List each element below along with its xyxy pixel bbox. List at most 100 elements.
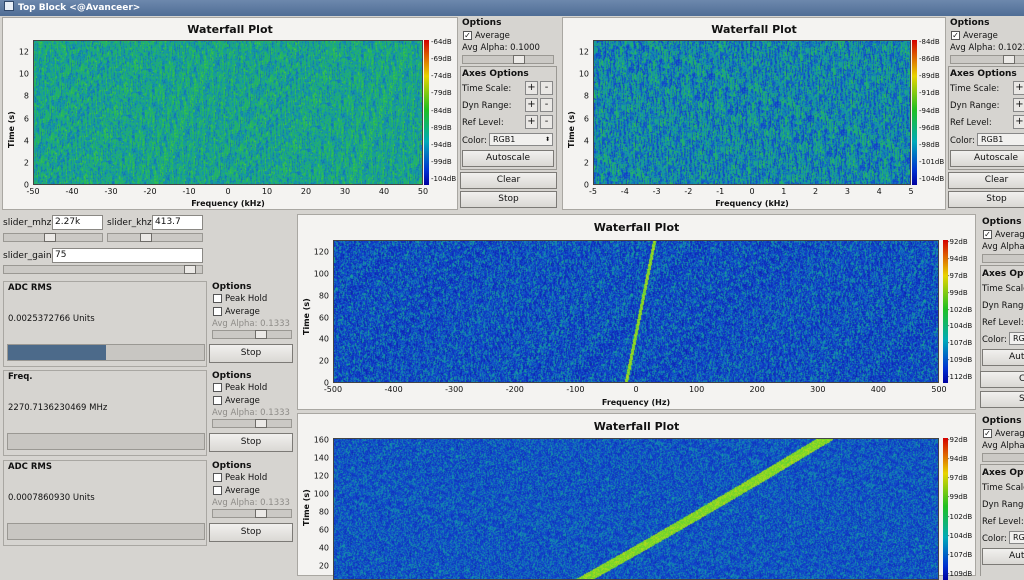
clear-button[interactable]: Cl <box>980 371 1024 388</box>
clear-button[interactable]: Clear <box>460 172 557 189</box>
time-scale-plus-button[interactable]: + <box>1013 81 1024 95</box>
autoscale-button[interactable]: Auto <box>982 349 1024 366</box>
slider-handle[interactable] <box>255 419 267 428</box>
time-scale-label: Time Scale <box>982 284 1024 294</box>
slider-handle[interactable] <box>184 265 196 274</box>
ref-level-minus-button[interactable]: - <box>540 115 553 129</box>
y-tick-label: 6 <box>23 114 29 123</box>
colorbar-tick-label: -97dB <box>947 271 968 280</box>
slider-handle[interactable] <box>513 55 525 64</box>
time-scale-plus-button[interactable]: + <box>525 81 538 95</box>
probe-options: Options Peak Hold Average Avg Alpha: 0.1333… <box>208 460 294 546</box>
ref-level-plus-button[interactable]: + <box>525 115 538 129</box>
x-tick-label: -3 <box>652 187 661 196</box>
avg-alpha-slider[interactable] <box>982 453 1024 462</box>
probe-level-bar <box>7 523 205 540</box>
slider-handle[interactable] <box>255 330 267 339</box>
y-tick-label: 4 <box>583 136 589 146</box>
stop-button[interactable]: S <box>980 391 1024 408</box>
color-label: Color: <box>462 136 487 146</box>
clear-button[interactable]: Clear <box>948 172 1024 189</box>
slider-mhz-track[interactable] <box>3 233 103 242</box>
avg-alpha-slider[interactable] <box>212 330 292 339</box>
color-select[interactable]: RG <box>1009 332 1024 345</box>
color-select[interactable]: RGB1 <box>977 133 1024 146</box>
waterfall-spectrogram <box>333 240 939 383</box>
peak-hold-checkbox[interactable] <box>213 383 222 392</box>
colorbar-tick-label: -107dB <box>947 339 973 348</box>
colorbar-tick-label: -89dB <box>431 123 452 132</box>
waterfall-panel-1: Waterfall Plot Time (s) -50 -40 -30 -20 -10 0… <box>2 17 458 210</box>
waterfall-options-4: Options ✓ Average Avg Alpha Axes Opti Ti… <box>979 413 1024 576</box>
x-tick-label: -4 <box>620 187 629 196</box>
x-tick-label: 2 <box>813 187 819 196</box>
time-scale-minus-button[interactable]: - <box>540 81 553 95</box>
color-label: Color: <box>950 136 975 146</box>
probe-options: Options Peak Hold Average Avg Alpha: 0.1333… <box>208 281 294 367</box>
dyn-range-label: Dyn Range: <box>462 101 512 111</box>
avg-alpha-slider[interactable] <box>950 55 1024 64</box>
avg-alpha-slider[interactable] <box>982 254 1024 263</box>
avg-alpha-slider[interactable] <box>462 55 554 64</box>
average-checkbox[interactable] <box>213 396 222 405</box>
dyn-range-plus-button[interactable]: + <box>525 98 538 112</box>
y-tick-label: 6 <box>583 114 589 123</box>
x-tick-label: 200 <box>749 385 765 394</box>
slider-handle[interactable] <box>140 233 152 242</box>
average-checkbox[interactable] <box>213 307 222 316</box>
colorbar <box>943 240 948 383</box>
stop-button[interactable]: Stop <box>460 191 557 208</box>
colorbar-tick-label: -69dB <box>431 55 452 64</box>
dyn-range-plus-button[interactable]: + <box>1013 98 1024 112</box>
dyn-range-minus-button[interactable]: - <box>540 98 553 112</box>
color-select-value: RGB1 <box>493 135 516 144</box>
peak-hold-checkbox[interactable] <box>213 294 222 303</box>
x-tick-label: 30 <box>339 187 351 196</box>
stop-button[interactable]: Stop <box>209 523 293 542</box>
x-tick-label: -100 <box>566 385 585 394</box>
slider-khz-input[interactable]: 413.7 <box>152 215 203 230</box>
avg-alpha-slider[interactable] <box>212 419 292 428</box>
average-checkbox[interactable]: ✓ <box>983 429 992 438</box>
slider-gain-track[interactable] <box>3 265 203 274</box>
y-tick-label: 20 <box>318 561 329 571</box>
x-tick-label: -10 <box>182 187 196 196</box>
slider-khz-track[interactable] <box>107 233 203 242</box>
stop-button[interactable]: Stop <box>948 191 1024 208</box>
color-select[interactable]: RGB1 ⬍ <box>489 133 553 146</box>
avg-alpha-slider[interactable] <box>212 509 292 518</box>
colorbar-tick-label: -112dB <box>947 373 973 381</box>
x-tick-label: -200 <box>505 385 524 394</box>
ref-level-label: Ref Level: <box>982 517 1024 527</box>
slider-handle[interactable] <box>255 509 267 518</box>
waterfall-spectrogram <box>593 40 911 185</box>
average-checkbox[interactable]: ✓ <box>463 31 472 40</box>
probe-level-bar <box>7 433 205 450</box>
color-select-value: RG <box>1013 334 1024 343</box>
probe-panel: ADC RMS 0.0025372766 Units <box>3 281 207 367</box>
stop-button[interactable]: Stop <box>209 433 293 452</box>
ref-level-plus-button[interactable]: + <box>1013 115 1024 129</box>
average-checkbox[interactable] <box>213 486 222 495</box>
y-tick-label: 4 <box>23 136 29 146</box>
average-checkbox[interactable]: ✓ <box>983 230 992 239</box>
y-tick-label: 0 <box>23 180 29 190</box>
average-checkbox[interactable]: ✓ <box>951 31 960 40</box>
colorbar-tick-label: -104dB <box>919 175 945 183</box>
app-icon <box>4 1 14 11</box>
slider-gain-input[interactable]: 75 <box>52 248 203 263</box>
y-tick-label: 60 <box>318 313 329 322</box>
peak-hold-checkbox[interactable] <box>213 473 222 482</box>
slider-handle[interactable] <box>1003 55 1015 64</box>
x-axis-label: Frequency (kHz) <box>715 199 789 208</box>
autoscale-button[interactable]: Autoscale <box>462 150 554 167</box>
slider-handle[interactable] <box>44 233 56 242</box>
stop-button[interactable]: Stop <box>209 344 293 363</box>
slider-mhz-input[interactable]: 2.27k <box>52 215 103 230</box>
x-tick-label: 100 <box>688 385 705 394</box>
x-tick-label: 500 <box>931 385 947 394</box>
autoscale-button[interactable]: Auto <box>982 548 1024 565</box>
autoscale-button[interactable]: Autoscale <box>950 150 1024 167</box>
colorbar-tick-label: -99dB <box>947 493 968 502</box>
color-select[interactable]: RG <box>1009 531 1024 544</box>
